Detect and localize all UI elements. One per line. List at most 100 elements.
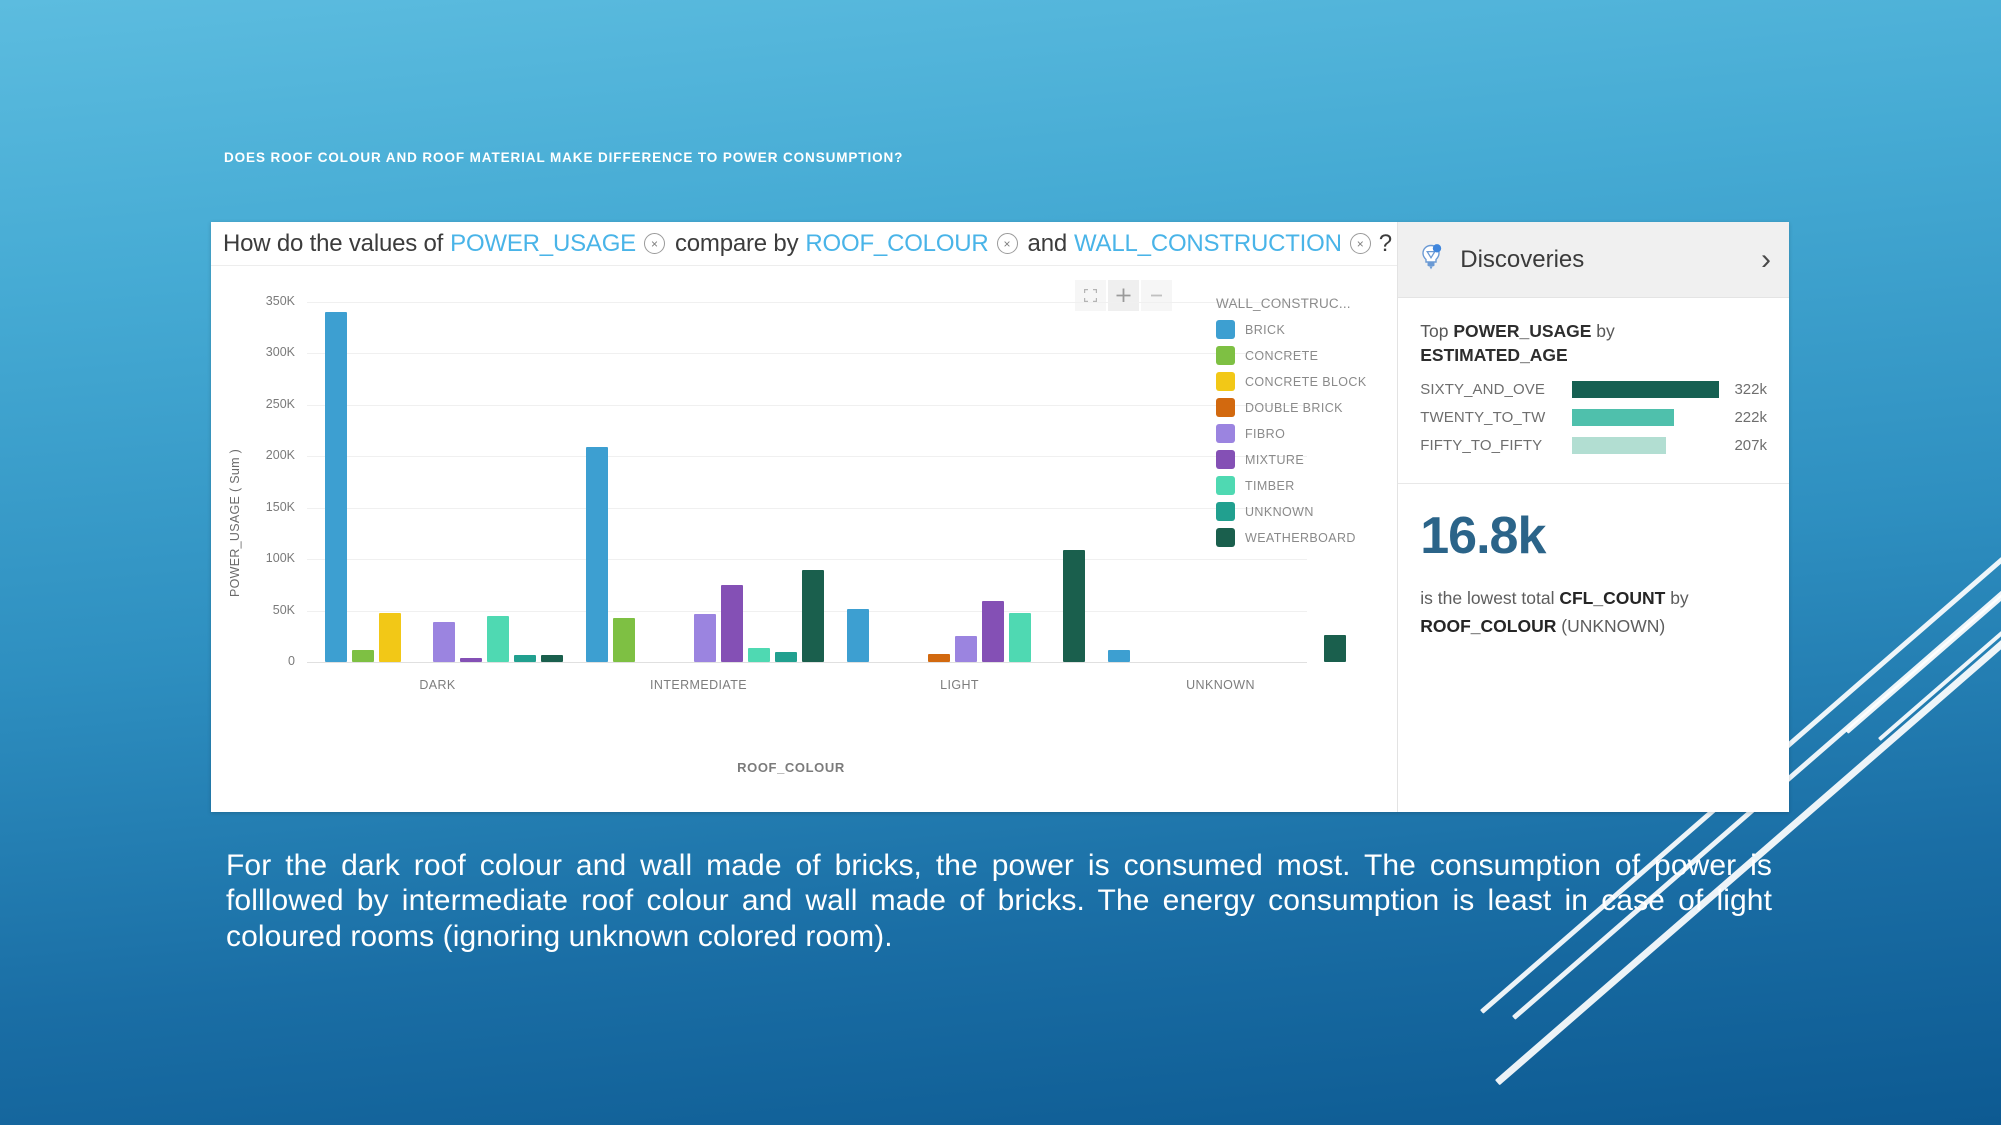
bar-slot	[1135, 302, 1157, 662]
bar[interactable]	[775, 651, 797, 662]
bar-slot	[955, 302, 977, 662]
bar-slot	[748, 302, 770, 662]
legend-item[interactable]: UNKNOWN	[1216, 502, 1391, 521]
legend-item[interactable]: DOUBLE BRICK	[1216, 398, 1391, 417]
slide-caption: For the dark roof colour and wall made o…	[226, 849, 1772, 953]
bar[interactable]	[847, 608, 869, 662]
bar-slot	[1189, 302, 1211, 662]
bar[interactable]	[514, 654, 536, 662]
legend-item[interactable]: CONCRETE	[1216, 346, 1391, 365]
legend-item[interactable]: BRICK	[1216, 320, 1391, 339]
top-heading-prefix: Top	[1420, 321, 1449, 341]
bar-slot	[1009, 302, 1031, 662]
bar[interactable]	[487, 615, 509, 662]
bar-slot	[721, 302, 743, 662]
legend-item[interactable]: FIBRO	[1216, 424, 1391, 443]
bar-slot	[847, 302, 869, 662]
legend-title: WALL_CONSTRUC...	[1216, 296, 1351, 311]
discovery-row-label: FIFTY_TO_FIFTY	[1420, 437, 1543, 455]
bar-slot	[541, 302, 563, 662]
legend-item[interactable]: WEATHERBOARD	[1216, 528, 1391, 547]
bar-slot	[1108, 302, 1130, 662]
legend-item[interactable]: CONCRETE BLOCK	[1216, 372, 1391, 391]
top-heading-measure: POWER_USAGE	[1453, 321, 1592, 341]
bar[interactable]	[613, 617, 635, 662]
chart-pane: How do the values of POWER_USAGE × compa…	[211, 222, 1399, 812]
x-tick-label: UNKNOWN	[1186, 678, 1255, 692]
bar-slot	[802, 302, 824, 662]
discoveries-header[interactable]: Discoveries ›	[1398, 222, 1789, 298]
bar[interactable]	[694, 613, 716, 662]
question-middle: compare by	[674, 229, 799, 257]
bar-slot	[928, 302, 950, 662]
bar-slot	[460, 302, 482, 662]
legend-swatch	[1216, 476, 1235, 495]
legend-item-label: WEATHERBOARD	[1245, 530, 1356, 545]
discovery-bar-track	[1572, 437, 1719, 455]
bar-slot	[1036, 302, 1058, 662]
y-tick-label: 100K	[265, 551, 295, 566]
bar-slot	[640, 302, 662, 662]
plot-area: POWER_USAGE ( Sum ) ROOF_COLOUR 350K 300K…	[211, 266, 1398, 812]
legend-item-label: UNKNOWN	[1245, 504, 1314, 519]
question-suffix: ?	[1378, 229, 1392, 257]
bar[interactable]	[982, 601, 1004, 662]
bottom-qualifier: (UNKNOWN)	[1561, 616, 1666, 637]
y-tick-label: 200K	[265, 448, 295, 463]
discovery-row-label: TWENTY_TO_TW	[1420, 409, 1546, 427]
bar[interactable]	[541, 654, 563, 662]
bar-group: INTERMEDIATE	[568, 302, 829, 692]
discovery-bar	[1572, 437, 1667, 455]
legend-item-label: FIBRO	[1245, 426, 1286, 441]
bar-slot	[586, 302, 608, 662]
y-tick-label: 350K	[265, 294, 295, 308]
bar[interactable]	[1009, 612, 1031, 662]
bar[interactable]	[1063, 549, 1085, 662]
bar-slot	[406, 302, 428, 662]
bar-group: DARK	[307, 302, 568, 692]
bar[interactable]	[748, 647, 770, 662]
bottom-dimension: ROOF_COLOUR	[1420, 616, 1557, 637]
question-dimension-2-token[interactable]: WALL_CONSTRUCTION	[1074, 230, 1342, 258]
bar[interactable]	[1324, 635, 1346, 662]
legend-item-label: MIXTURE	[1245, 452, 1305, 467]
bar[interactable]	[325, 312, 347, 662]
discoveries-pane: Discoveries › Top POWER_USAGE by ESTIMAT…	[1398, 222, 1789, 812]
legend-swatch	[1216, 346, 1235, 365]
bottom-block-sentence: is the lowest total CFL_COUNT by ROOF_CO…	[1420, 584, 1767, 640]
bar-slot	[613, 302, 635, 662]
bar[interactable]	[721, 584, 743, 662]
bar[interactable]	[352, 649, 374, 662]
y-tick-label: 50K	[272, 602, 295, 617]
question-prefix: How do the values of	[223, 229, 444, 257]
bar-slot	[433, 302, 455, 662]
bar[interactable]	[955, 636, 977, 662]
grid-line	[307, 662, 1307, 663]
top-block-heading: Top POWER_USAGE by ESTIMATED_AGE	[1420, 320, 1767, 367]
chevron-right-icon[interactable]: ›	[1761, 244, 1771, 275]
bar-slot	[379, 302, 401, 662]
lowest-cfl-count-block: 16.8k is the lowest total CFL_COUNT by R…	[1398, 484, 1789, 658]
bar[interactable]	[586, 447, 608, 662]
remove-measure-icon[interactable]: ×	[643, 233, 665, 254]
legend-item-label: CONCRETE BLOCK	[1245, 374, 1367, 389]
remove-dimension-2-icon[interactable]: ×	[1349, 233, 1371, 254]
bar[interactable]	[802, 570, 824, 662]
question-dimension-1-token[interactable]: ROOF_COLOUR	[805, 230, 988, 258]
legend-item[interactable]: TIMBER	[1216, 476, 1391, 495]
x-axis-title: ROOF_COLOUR	[737, 760, 845, 775]
bar[interactable]	[379, 612, 401, 662]
remove-dimension-1-icon[interactable]: ×	[996, 233, 1018, 254]
bar[interactable]	[928, 653, 950, 662]
x-tick-label: LIGHT	[940, 678, 979, 692]
bar[interactable]	[460, 657, 482, 662]
x-tick-label: INTERMEDIATE	[650, 678, 747, 692]
question-bar: How do the values of POWER_USAGE × compa…	[211, 222, 1398, 266]
legend-item[interactable]: MIXTURE	[1216, 450, 1391, 469]
bar-slot	[694, 302, 716, 662]
question-measure-token[interactable]: POWER_USAGE	[450, 230, 636, 258]
bar[interactable]	[1108, 649, 1130, 662]
bar-groups: DARK INTERMEDIATE LIGHT UNKNOWN	[307, 302, 1346, 692]
bar[interactable]	[433, 621, 455, 662]
y-tick-label: 0	[288, 654, 295, 668]
